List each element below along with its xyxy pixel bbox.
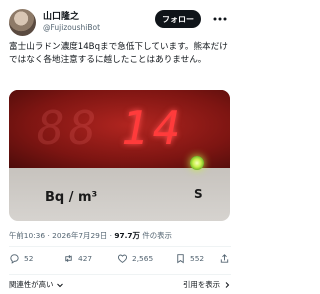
post-date[interactable]: 2026年7月29日: [52, 231, 107, 240]
post-meta: 午前10:36 · 2026年7月29日 · 97.7万 件の表示: [9, 230, 172, 241]
post-time[interactable]: 午前10:36: [9, 231, 45, 240]
post-header: 山口隆之 @FujizoushiBot フォロー: [0, 0, 240, 46]
related-posts-dropdown[interactable]: 関連性が高い: [9, 279, 64, 290]
follow-button[interactable]: フォロー: [155, 10, 201, 28]
share-button[interactable]: [219, 253, 230, 264]
divider: [9, 246, 231, 247]
action-bar: 52 427 2,565 552: [9, 253, 231, 269]
post-text: 富士山ラドン濃度14Bqまで急低下しています。熊本だけではなく各地注意するに越し…: [9, 42, 228, 66]
repost-button[interactable]: 427: [63, 253, 92, 264]
author-name[interactable]: 山口隆之: [43, 9, 79, 22]
reply-icon: [10, 254, 19, 264]
reply-button[interactable]: 52: [9, 253, 33, 264]
view-quotes-link[interactable]: 引用を表示: [183, 279, 231, 290]
display-unit-label: Bq / m³: [45, 190, 98, 205]
display-unlit-segments: 88: [37, 101, 101, 155]
chevron-right-icon: [225, 281, 230, 288]
post-footer: 関連性が高い 引用を表示: [0, 276, 240, 294]
view-count: 97.7万: [114, 231, 140, 240]
heart-icon: [118, 254, 127, 263]
bookmark-count: 552: [190, 254, 205, 263]
post-media-image[interactable]: 88 14 Bq / m³ S: [9, 90, 230, 221]
display-reading: 14: [121, 101, 185, 155]
related-posts-label: 関連性が高い: [9, 280, 54, 289]
like-button[interactable]: 2,565: [117, 253, 153, 264]
share-icon: [220, 254, 229, 263]
chevron-down-icon: [57, 283, 64, 287]
status-led: [190, 156, 204, 170]
like-count: 2,565: [132, 254, 154, 263]
repost-count: 427: [78, 254, 93, 263]
divider: [9, 274, 231, 275]
avatar[interactable]: [9, 9, 36, 36]
view-quotes-label: 引用を表示: [183, 280, 220, 289]
reply-count: 52: [24, 254, 34, 263]
repost-icon: [65, 254, 72, 263]
status-letter: S: [194, 187, 203, 201]
author-handle[interactable]: @FujizoushiBot: [43, 23, 100, 32]
more-options-icon[interactable]: [209, 10, 231, 28]
bookmark-icon: [177, 254, 184, 264]
view-label: 件の表示: [142, 231, 172, 240]
bookmark-button[interactable]: 552: [175, 253, 204, 264]
